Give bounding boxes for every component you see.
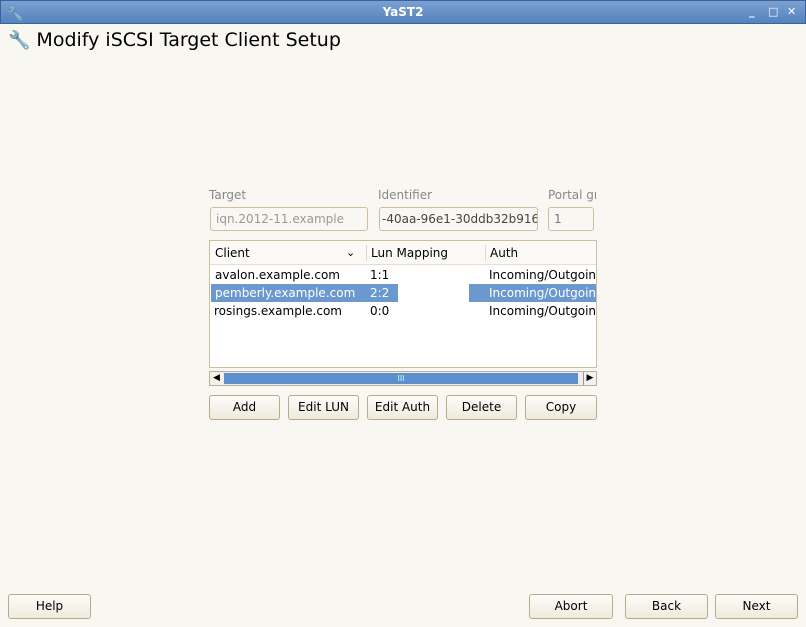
wrench-icon: 🔧 bbox=[8, 29, 31, 51]
scroll-right-icon[interactable]: ▶ bbox=[583, 372, 596, 385]
close-button[interactable]: ✕ bbox=[787, 1, 796, 23]
table-row[interactable]: avalon.example.com 1:1 Incoming/Outgoing bbox=[210, 266, 597, 284]
title-bar: 🔧 YaST2 _ □ ✕ bbox=[0, 0, 806, 24]
help-button[interactable]: Help bbox=[8, 594, 91, 619]
target-field[interactable]: iqn.2012-11.example bbox=[210, 207, 368, 231]
next-button[interactable]: Next bbox=[715, 594, 798, 619]
portal-group-field[interactable]: 1 bbox=[548, 207, 594, 231]
column-lun-mapping[interactable]: Lun Mapping bbox=[371, 241, 448, 265]
minimize-button[interactable]: _ bbox=[749, 1, 755, 23]
table-header: Client ⌄ Lun Mapping Auth bbox=[210, 241, 596, 265]
client-cell: avalon.example.com bbox=[215, 268, 340, 282]
auth-cell: Incoming/Outgoing bbox=[489, 268, 597, 282]
table-row-selected[interactable]: pemberly.example.com 2:2 Incoming/Outgoi… bbox=[210, 284, 596, 302]
horizontal-scrollbar[interactable]: ◀ III ▶ bbox=[209, 371, 597, 386]
sort-chevron-icon: ⌄ bbox=[346, 246, 356, 259]
scrollbar-thumb[interactable]: III bbox=[224, 373, 578, 384]
column-separator bbox=[366, 245, 367, 261]
page-header: 🔧 Modify iSCSI Target Client Setup bbox=[8, 29, 341, 51]
window-title: YaST2 bbox=[382, 5, 424, 19]
add-button[interactable]: Add bbox=[209, 395, 280, 420]
yast-wrench-icon: 🔧 bbox=[7, 7, 24, 22]
target-label: Target bbox=[209, 188, 247, 202]
lun-cell: 0:0 bbox=[370, 304, 390, 318]
edit-auth-button[interactable]: Edit Auth bbox=[367, 395, 438, 420]
client-cell: pemberly.example.com bbox=[211, 284, 366, 302]
edit-lun-button[interactable]: Edit LUN bbox=[288, 395, 359, 420]
client-cell: rosings.example.com bbox=[214, 304, 342, 318]
table-row[interactable]: rosings.example.com 0:0 Incoming/Outgoin… bbox=[210, 302, 597, 320]
clients-table[interactable]: Client ⌄ Lun Mapping Auth avalon.example… bbox=[209, 240, 597, 368]
lun-cell: 2:2 bbox=[366, 284, 398, 302]
delete-button[interactable]: Delete bbox=[446, 395, 517, 420]
abort-button[interactable]: Abort bbox=[529, 594, 613, 619]
identifier-field[interactable]: -40aa-96e1-30ddb32b9163 bbox=[379, 207, 538, 231]
column-client[interactable]: Client bbox=[215, 241, 250, 265]
maximize-button[interactable]: □ bbox=[768, 1, 778, 23]
scroll-left-icon[interactable]: ◀ bbox=[210, 372, 223, 385]
auth-cell: Incoming/Outgoing bbox=[489, 304, 597, 318]
column-separator bbox=[485, 245, 486, 261]
copy-button[interactable]: Copy bbox=[525, 395, 597, 420]
back-button[interactable]: Back bbox=[625, 594, 708, 619]
identifier-label: Identifier bbox=[378, 188, 433, 202]
auth-cell: Incoming/Outgoing bbox=[469, 284, 596, 302]
lun-cell: 1:1 bbox=[370, 268, 390, 282]
page-title: Modify iSCSI Target Client Setup bbox=[36, 29, 341, 51]
portal-group-label: Portal gr bbox=[548, 188, 596, 202]
column-auth[interactable]: Auth bbox=[490, 241, 518, 265]
